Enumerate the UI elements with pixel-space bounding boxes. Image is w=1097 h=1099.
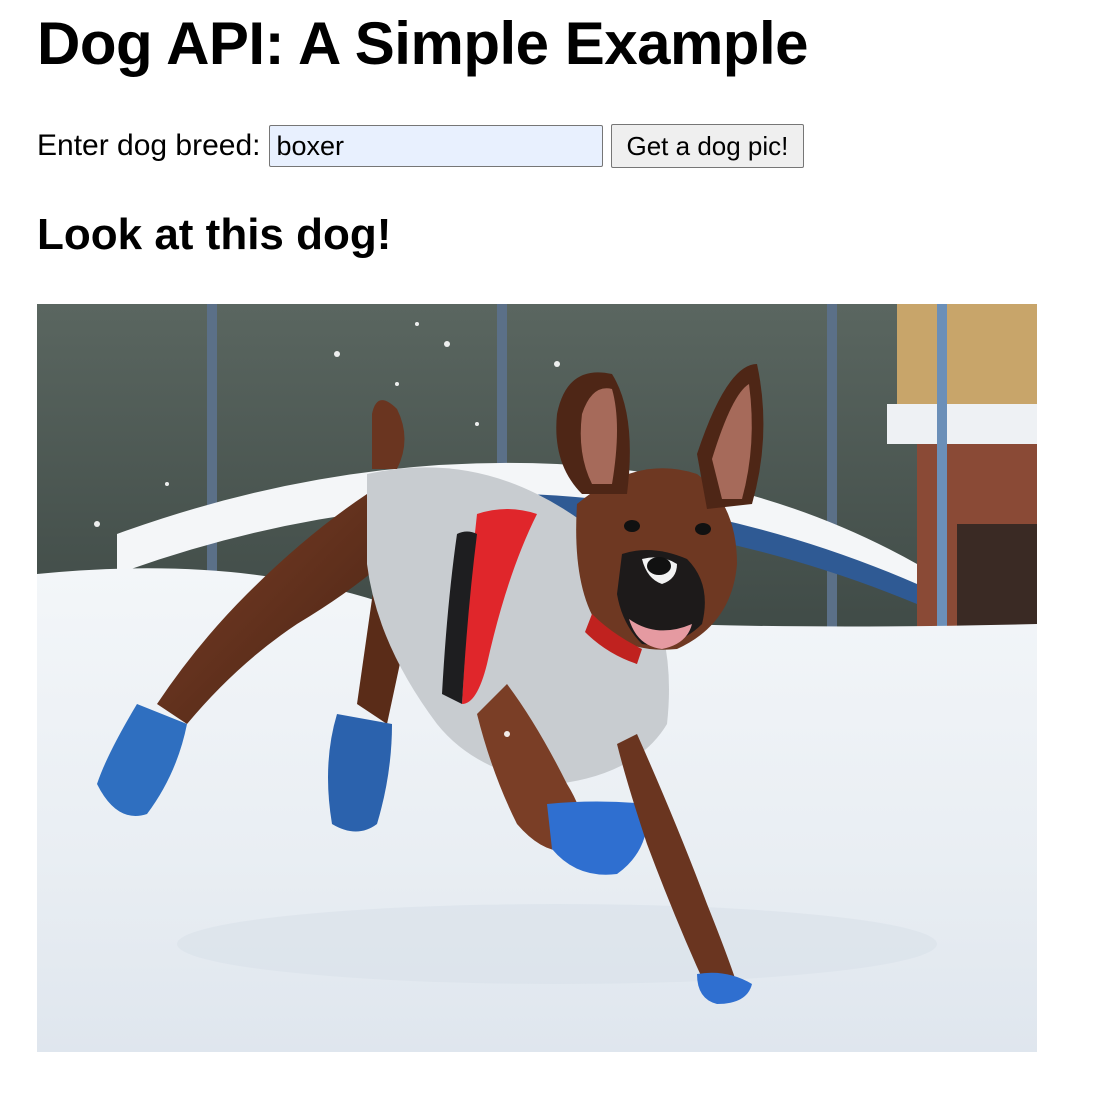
breed-form: Enter dog breed: Get a dog pic!	[37, 124, 805, 168]
breed-input[interactable]	[268, 125, 603, 167]
breed-label: Enter dog breed:	[37, 129, 261, 162]
result-heading: Look at this dog!	[37, 210, 392, 259]
get-dog-pic-button[interactable]: Get a dog pic!	[610, 124, 805, 168]
page-title: Dog API: A Simple Example	[37, 10, 809, 77]
dog-photo	[37, 304, 1037, 1052]
